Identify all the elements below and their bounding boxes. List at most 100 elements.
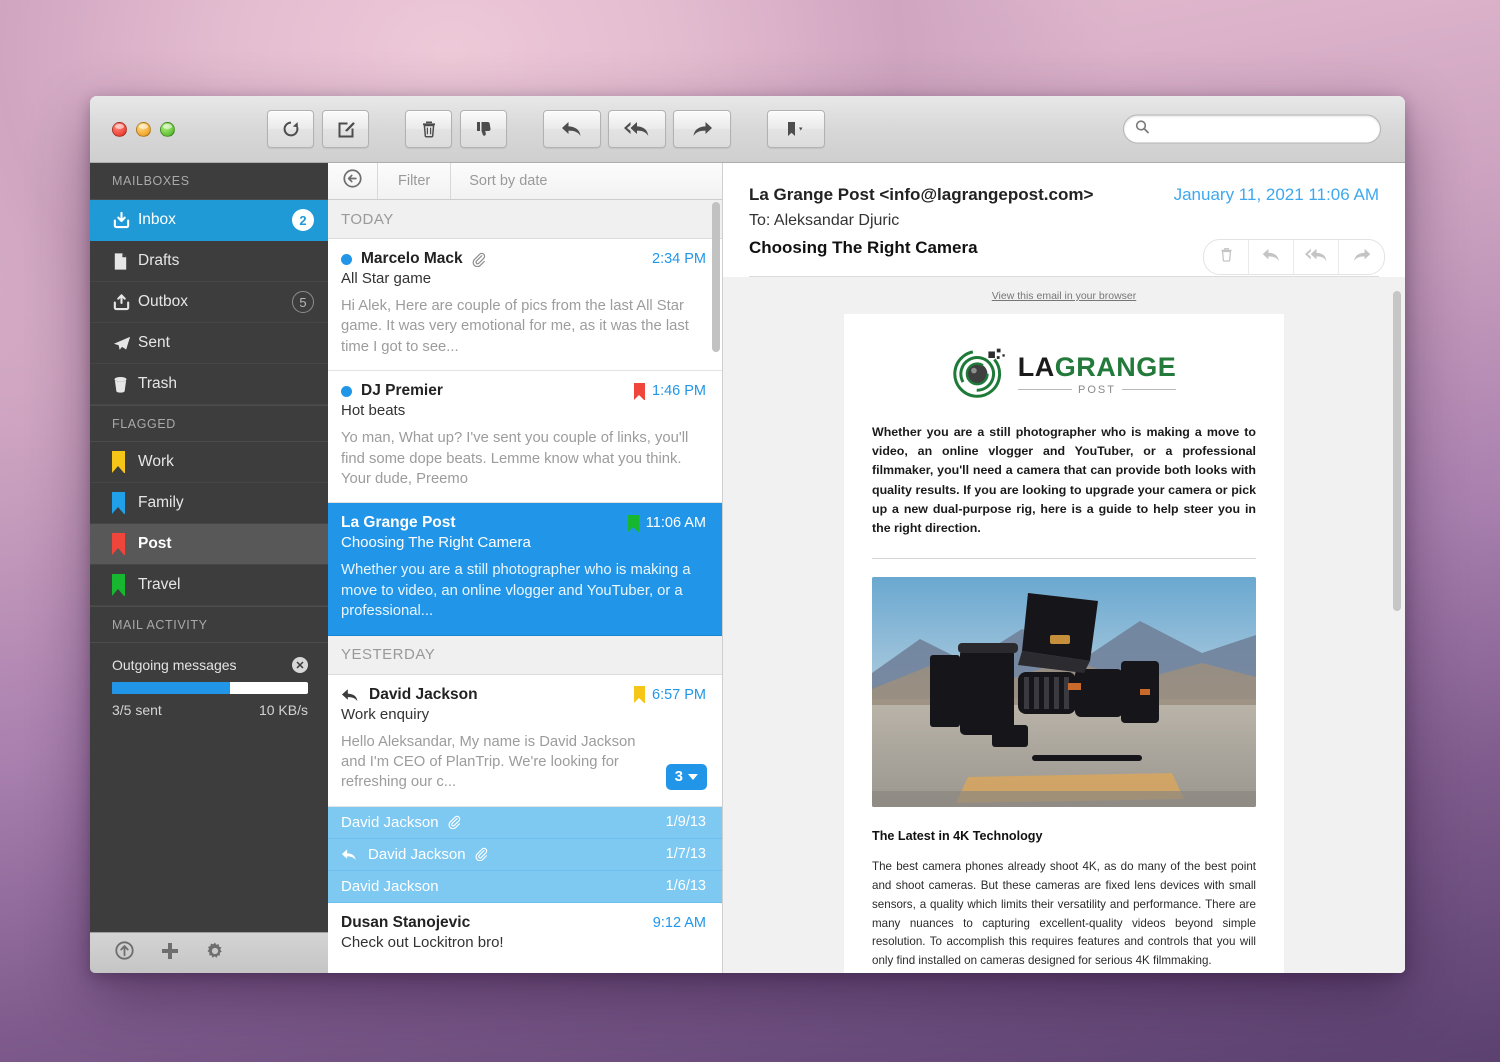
camera-aperture-logo-icon <box>952 344 1008 405</box>
message-time: 6:57 PM <box>634 686 706 704</box>
toolbar-group-reply <box>543 110 731 148</box>
logo-part-la: LA <box>1017 351 1055 382</box>
message-sender: Marcelo Mack <box>361 250 463 267</box>
get-mail-icon[interactable] <box>114 940 135 966</box>
article-body: The best camera phones already shoot 4K,… <box>872 860 1256 968</box>
refresh-button[interactable] <box>267 110 314 148</box>
thread-row-3[interactable]: David Jackson 1/6/13 <box>328 870 722 903</box>
toolbar-group-flag <box>767 110 825 148</box>
toolbar-group-mail <box>267 110 369 148</box>
filter-button[interactable]: Filter <box>378 163 452 199</box>
message-time-text: 11:06 AM <box>645 515 706 532</box>
trash-icon <box>112 375 138 394</box>
sidebar-item-drafts[interactable]: Drafts <box>90 241 328 282</box>
message-subject: Work enquiry <box>341 705 430 723</box>
sidebar-item-post[interactable]: Post <box>90 524 328 565</box>
message-time: 1:46 PM <box>634 382 706 400</box>
email-rule <box>872 558 1256 560</box>
back-button[interactable] <box>328 163 378 199</box>
reader-reply-all-button[interactable] <box>1294 240 1339 274</box>
back-arrow-icon <box>342 168 363 194</box>
forward-icon <box>690 120 714 138</box>
flag-button[interactable] <box>767 110 825 148</box>
mail-activity-panel: Outgoing messages ✕ 3/5 sent 10 KB/s <box>90 643 328 718</box>
forward-button[interactable] <box>673 110 731 148</box>
cancel-activity-button[interactable]: ✕ <box>292 657 308 673</box>
add-mailbox-icon[interactable] <box>160 941 180 966</box>
message-sender: DJ Premier <box>361 382 443 400</box>
reply-all-button[interactable] <box>608 110 666 148</box>
compose-button[interactable] <box>322 110 369 148</box>
message-header: La Grange Post 11:06 AM <box>341 514 706 532</box>
activity-rate-label: 10 KB/s <box>258 702 308 718</box>
settings-gear-icon[interactable] <box>205 941 225 966</box>
sidebar-item-trash[interactable]: Trash <box>90 364 328 405</box>
reader-action-buttons <box>1203 239 1385 275</box>
flag-icon <box>634 382 645 400</box>
activity-sent-label: 3/5 sent <box>112 702 162 718</box>
email-body-scroll: View this email in your browser LAGRANGE… <box>723 277 1405 973</box>
forward-icon <box>1351 247 1372 268</box>
close-button[interactable] <box>112 121 127 137</box>
sidebar-item-travel[interactable]: Travel <box>90 565 328 606</box>
thread-count-badge[interactable]: 3 <box>665 763 707 790</box>
delete-button[interactable] <box>405 110 452 148</box>
traffic-lights <box>112 121 175 137</box>
inbox-unread-badge: 2 <box>292 209 314 231</box>
sidebar-item-label: Family <box>138 494 184 511</box>
reader-delete-button[interactable] <box>1204 240 1249 274</box>
attachment-icon <box>474 847 488 862</box>
message-time: 2:34 PM <box>652 251 706 267</box>
chevron-down-icon <box>688 773 698 780</box>
mail-window: MAILBOXES Inbox 2 Drafts Outbox 5 Sent T… <box>90 96 1405 973</box>
sort-button[interactable]: Sort by date <box>451 163 565 199</box>
zoom-button[interactable] <box>160 121 175 137</box>
search-icon <box>1135 120 1149 139</box>
sidebar-item-outbox[interactable]: Outbox 5 <box>90 282 328 323</box>
thread-sender: David Jackson <box>368 845 466 863</box>
reader-forward-button[interactable] <box>1339 240 1384 274</box>
message-row-david-jackson[interactable]: David Jackson 6:57 PM Work enquiry Hello… <box>328 675 722 807</box>
reader-recipient: To: Aleksandar Djuric <box>749 212 900 229</box>
flag-icon <box>627 514 639 532</box>
thread-sender: David Jackson <box>341 813 439 831</box>
minimize-button[interactable] <box>136 121 151 137</box>
refresh-icon <box>281 119 301 139</box>
logo-wordmark: LAGRANGE POST <box>1017 351 1177 396</box>
view-in-browser-link[interactable]: View this email in your browser <box>723 277 1405 314</box>
sidebar-item-label: Inbox <box>138 211 176 228</box>
attachment-icon <box>447 815 461 830</box>
activity-title-row: Outgoing messages ✕ <box>112 657 308 673</box>
sidebar-activity-header: MAIL ACTIVITY <box>90 606 328 643</box>
reader-reply-button[interactable] <box>1249 240 1294 274</box>
thread-row-2[interactable]: David Jackson 1/7/13 <box>328 838 722 871</box>
flag-icon <box>112 533 138 555</box>
reader-scrollbar[interactable] <box>1393 291 1401 611</box>
message-sender: Dusan Stanojevic <box>341 913 471 931</box>
message-time: 11:06 AM <box>627 514 706 532</box>
junk-button[interactable] <box>460 110 507 148</box>
message-header: David Jackson 6:57 PM <box>341 686 706 704</box>
sidebar-item-inbox[interactable]: Inbox 2 <box>90 200 328 241</box>
message-header: Dusan Stanojevic 9:12 AM <box>341 914 706 932</box>
message-preview: Whether you are a still photographer who… <box>341 562 691 620</box>
sidebar-item-work[interactable]: Work <box>90 442 328 483</box>
lagrange-post-logo: LAGRANGE POST <box>872 338 1256 423</box>
message-row-marcelo-mack[interactable]: Marcelo Mack 2:34 PM All Star game Hi Al… <box>328 239 722 372</box>
sidebar-item-family[interactable]: Family <box>90 483 328 524</box>
day-separator-today: TODAY <box>328 200 722 239</box>
thread-row-1[interactable]: David Jackson 1/9/13 <box>328 806 722 839</box>
search-field[interactable] <box>1123 114 1381 144</box>
attachment-icon <box>471 252 486 267</box>
message-time-text: 6:57 PM <box>652 686 706 703</box>
message-list-scroll: TODAY Marcelo Mack 2:34 PM All Star game <box>328 200 722 973</box>
flag-icon <box>112 574 138 596</box>
message-row-dj-premier[interactable]: DJ Premier 1:46 PM Hot beats Yo man, Wha… <box>328 371 722 504</box>
sidebar-item-sent[interactable]: Sent <box>90 323 328 364</box>
article-heading: The Latest in 4K Technology <box>872 829 1043 844</box>
day-separator-yesterday: YESTERDAY <box>328 635 722 675</box>
reply-button[interactable] <box>543 110 601 148</box>
search-input[interactable] <box>1156 121 1380 137</box>
message-row-la-grange-post[interactable]: La Grange Post 11:06 AM Choosing The Rig… <box>328 503 722 636</box>
message-row-dusan-stanojevic[interactable]: Dusan Stanojevic 9:12 AM Check out Locki… <box>328 903 722 973</box>
